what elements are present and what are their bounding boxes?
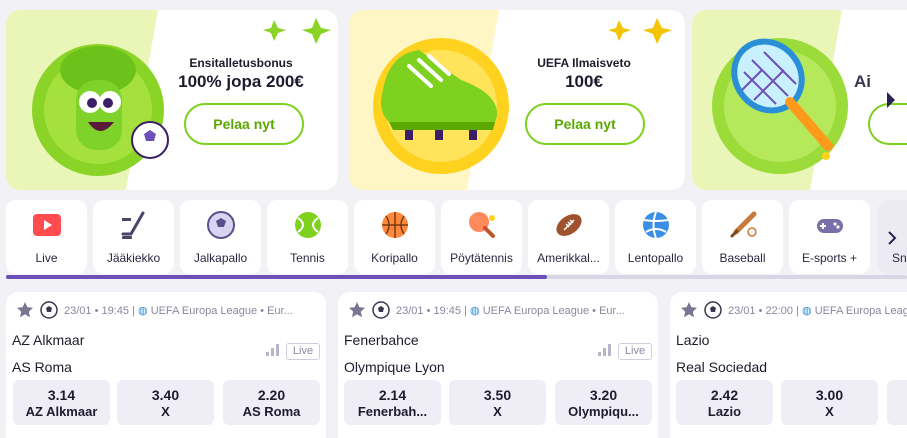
sport-label: Baseball bbox=[719, 251, 766, 265]
broccoli-mascot-icon bbox=[6, 10, 338, 190]
event-header: 23/01 • 19:45 | ◍ UEFA Europa League • E… bbox=[348, 301, 658, 319]
sport-tile-hockey[interactable]: Jääkiekko bbox=[93, 200, 174, 274]
event-header: 23/01 • 22:00 | ◍ UEFA Europa League bbox=[680, 301, 907, 319]
promo-title: Ai bbox=[854, 72, 871, 91]
sport-label: Live bbox=[35, 251, 58, 265]
tennis-ball-icon bbox=[295, 212, 321, 238]
sport-tile-volleyball[interactable]: Lentopallo bbox=[615, 200, 696, 274]
baseball-icon bbox=[730, 211, 757, 238]
sport-tile-esports[interactable]: E-sports + bbox=[789, 200, 870, 274]
american-football-icon bbox=[556, 214, 582, 236]
away-team[interactable]: Real Sociedad bbox=[676, 359, 767, 375]
favorite-star-icon[interactable] bbox=[348, 301, 366, 319]
stats-bars-icon[interactable] bbox=[598, 344, 612, 356]
globe-icon: ◍ bbox=[802, 305, 812, 317]
stats-bars-icon[interactable] bbox=[266, 344, 280, 356]
event-card: 23/01 • 19:45 | ◍ UEFA Europa League • E… bbox=[6, 292, 326, 438]
sport-label: Lentopallo bbox=[627, 251, 684, 265]
odds-button-draw[interactable]: 3.40 X bbox=[117, 380, 214, 425]
football-icon bbox=[372, 301, 390, 319]
odds-button-draw[interactable]: 3.00 X bbox=[781, 380, 878, 425]
sport-label: Jääkiekko bbox=[106, 251, 161, 265]
live-badge: Live bbox=[618, 343, 652, 360]
live-badge: Live bbox=[286, 343, 320, 360]
sports-nav: Live Jääkiekko Jalkapallo Tennis Koripal… bbox=[6, 200, 907, 274]
promo-card-tennis: Ai bbox=[692, 10, 907, 190]
sport-tile-basketball[interactable]: Koripallo bbox=[354, 200, 435, 274]
odds-button-home[interactable]: 2.14 Fenerbah... bbox=[344, 380, 441, 425]
chevron-right-icon[interactable] bbox=[886, 230, 898, 246]
favorite-star-icon[interactable] bbox=[16, 301, 34, 319]
live-play-icon bbox=[33, 214, 61, 236]
event-meta: 23/01 • 19:45 | ◍ UEFA Europa League • E… bbox=[64, 305, 293, 317]
tennis-racket-icon bbox=[692, 10, 848, 190]
promo-title: Ensitalletusbonus bbox=[189, 56, 293, 70]
sport-tile-table-tennis[interactable]: Pöytätennis bbox=[441, 200, 522, 274]
basketball-icon bbox=[382, 212, 408, 238]
sport-label: Sn bbox=[892, 251, 907, 265]
odds-button-away[interactable] bbox=[887, 380, 907, 425]
favorite-star-icon[interactable] bbox=[680, 301, 698, 319]
promo-title: UEFA Ilmaisveto bbox=[537, 56, 631, 70]
globe-icon: ◍ bbox=[138, 305, 148, 317]
sportsbook-page: Ensitalletusbonus 100% jopa 200€ Pelaa n… bbox=[0, 0, 907, 438]
sport-tile-american-football[interactable]: Amerikkal... bbox=[528, 200, 609, 274]
football-icon bbox=[40, 301, 58, 319]
promo-card-deposit-bonus: Ensitalletusbonus 100% jopa 200€ Pelaa n… bbox=[6, 10, 338, 190]
odds-button-home[interactable]: 3.14 AZ Alkmaar bbox=[13, 380, 110, 425]
sport-label: Koripallo bbox=[371, 251, 418, 265]
event-card: 23/01 • 19:45 | ◍ UEFA Europa League • E… bbox=[338, 292, 658, 438]
sport-label: Pöytätennis bbox=[450, 251, 513, 265]
sports-nav-scrollbar-thumb[interactable] bbox=[6, 275, 547, 279]
sport-tile-snooker[interactable]: Sn bbox=[878, 200, 907, 274]
promo-play-button[interactable]: Pelaa nyt bbox=[525, 103, 645, 145]
promo-value: 100€ bbox=[565, 72, 603, 91]
sport-label: E-sports + bbox=[801, 251, 858, 265]
gamepad-icon bbox=[817, 219, 843, 233]
odds-button-draw[interactable]: 3.50 X bbox=[449, 380, 546, 425]
event-header: 23/01 • 19:45 | ◍ UEFA Europa League • E… bbox=[16, 301, 326, 319]
table-tennis-icon bbox=[469, 212, 495, 238]
away-team[interactable]: Olympique Lyon bbox=[344, 359, 445, 375]
away-team[interactable]: AS Roma bbox=[12, 359, 72, 375]
odds-button-away[interactable]: 2.20 AS Roma bbox=[223, 380, 320, 425]
globe-icon: ◍ bbox=[470, 305, 480, 317]
sport-tile-tennis[interactable]: Tennis bbox=[267, 200, 348, 274]
sport-label: Amerikkal... bbox=[537, 251, 600, 265]
home-team[interactable]: Lazio bbox=[676, 332, 709, 348]
event-meta: 23/01 • 22:00 | ◍ UEFA Europa League bbox=[728, 305, 907, 317]
event-card: 23/01 • 22:00 | ◍ UEFA Europa League Laz… bbox=[670, 292, 907, 438]
sports-nav-scrollbar[interactable] bbox=[6, 275, 907, 279]
promo-card-free-bet: UEFA Ilmaisveto 100€ Pelaa nyt bbox=[349, 10, 685, 190]
home-team[interactable]: Fenerbahce bbox=[344, 332, 419, 348]
volleyball-icon bbox=[643, 211, 669, 239]
hockey-stick-icon bbox=[121, 211, 145, 239]
event-meta: 23/01 • 19:45 | ◍ UEFA Europa League • E… bbox=[396, 305, 625, 317]
odds-button-home[interactable]: 2.42 Lazio bbox=[676, 380, 773, 425]
football-boot-icon bbox=[349, 10, 672, 190]
sport-label: Tennis bbox=[290, 251, 325, 265]
football-icon bbox=[704, 301, 722, 319]
promo-value: 100% jopa 200€ bbox=[178, 72, 304, 91]
odds-button-away[interactable]: 3.20 Olympiqu... bbox=[555, 380, 652, 425]
sport-tile-live[interactable]: Live bbox=[6, 200, 87, 274]
sport-tile-baseball[interactable]: Baseball bbox=[702, 200, 783, 274]
carousel-next-icon[interactable] bbox=[884, 90, 898, 110]
sport-tile-football[interactable]: Jalkapallo bbox=[180, 200, 261, 274]
football-icon bbox=[207, 211, 235, 239]
promo-play-button[interactable]: Pelaa nyt bbox=[184, 103, 304, 145]
sport-label: Jalkapallo bbox=[193, 251, 248, 265]
home-team[interactable]: AZ Alkmaar bbox=[12, 332, 84, 348]
